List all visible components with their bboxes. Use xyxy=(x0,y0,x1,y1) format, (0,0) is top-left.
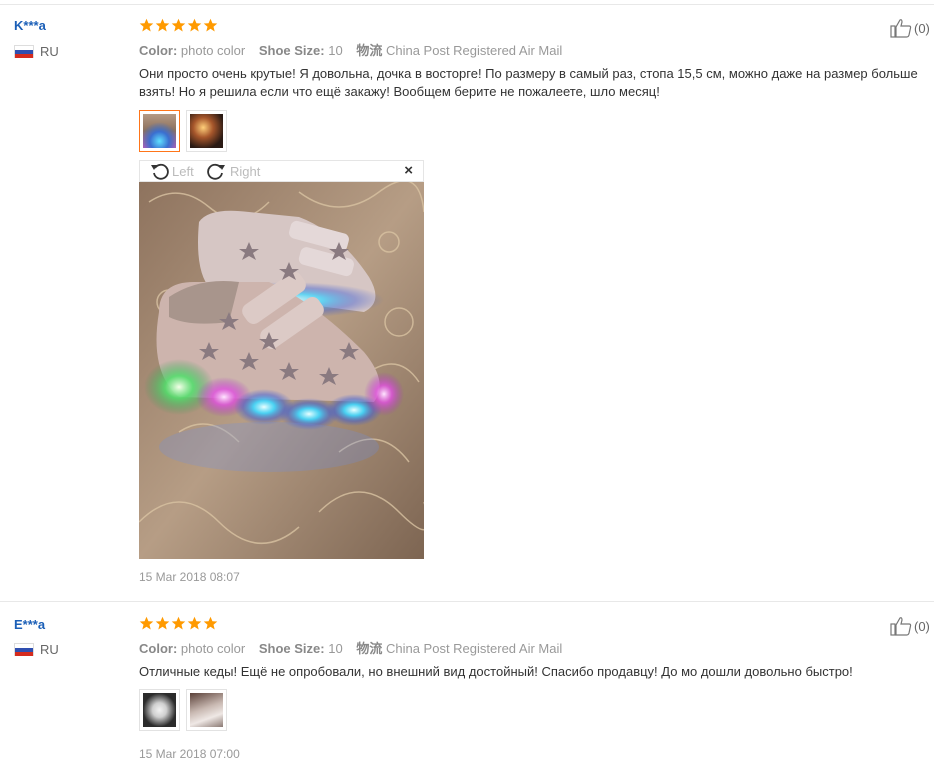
color-value: photo color xyxy=(180,43,246,58)
review-item: E***a RU (0) Color: photo color Shoe Siz… xyxy=(0,600,946,776)
shipping-value: China Post Registered Air Mail xyxy=(385,43,563,58)
close-icon[interactable]: × xyxy=(404,162,413,179)
country-code: RU xyxy=(40,642,59,657)
star-icon xyxy=(155,616,170,630)
rotate-left-button[interactable]: Left xyxy=(150,162,194,180)
review-date: 15 Mar 2018 07:00 xyxy=(139,747,240,761)
star-icon xyxy=(171,616,186,630)
rotate-right-icon xyxy=(207,163,225,180)
like-count: (0) xyxy=(914,20,930,36)
star-icon xyxy=(171,18,186,32)
star-icon xyxy=(155,18,170,32)
size-value: 10 xyxy=(328,43,343,58)
photo-viewer-toolbar: Left Right × xyxy=(139,160,424,182)
color-label: Color: xyxy=(139,641,178,656)
rotate-left-label: Left xyxy=(172,163,194,179)
rotate-left-icon xyxy=(151,163,169,180)
reviewer-country: RU xyxy=(14,642,59,657)
like-button[interactable]: (0) xyxy=(890,616,930,636)
russia-flag-icon xyxy=(14,643,34,656)
rotate-right-button[interactable]: Right xyxy=(206,162,260,180)
star-icon xyxy=(187,18,202,32)
russia-flag-icon xyxy=(14,45,34,58)
rating-stars xyxy=(139,18,218,33)
star-icon xyxy=(139,616,154,630)
like-count: (0) xyxy=(914,618,930,634)
size-value: 10 xyxy=(328,641,343,656)
color-value: photo color xyxy=(180,641,246,656)
star-icon xyxy=(139,18,154,32)
reviewer-name: E***a xyxy=(14,617,46,632)
shipping-label: 物流 xyxy=(356,43,383,58)
rating-stars xyxy=(139,616,218,631)
review-text: Они просто очень крутые! Я довольна, доч… xyxy=(139,66,918,99)
color-label: Color: xyxy=(139,43,178,58)
thumbs-up-icon xyxy=(890,617,912,636)
review-photo-thumbnail[interactable] xyxy=(139,110,180,152)
star-icon xyxy=(187,616,202,630)
rotate-right-label: Right xyxy=(230,163,261,179)
review-date: 15 Mar 2018 08:07 xyxy=(139,570,240,584)
size-label: Shoe Size: xyxy=(258,641,325,656)
star-icon xyxy=(203,616,218,630)
like-button[interactable]: (0) xyxy=(890,18,930,38)
review-photo-thumbnail[interactable] xyxy=(139,689,180,731)
shoes-photo xyxy=(139,182,424,559)
review-photo-thumbnail[interactable] xyxy=(186,110,227,152)
reviewer-name: K***a xyxy=(14,18,46,33)
star-icon xyxy=(203,18,218,32)
reviewer-country: RU xyxy=(14,44,59,59)
review-photo-enlarged xyxy=(139,182,424,559)
country-code: RU xyxy=(40,44,59,59)
shipping-label: 物流 xyxy=(356,641,383,656)
size-label: Shoe Size: xyxy=(258,43,325,58)
review-text: Отличные кеды! Ещё не опробовали, но вне… xyxy=(139,664,853,679)
review-photo-thumbnail[interactable] xyxy=(186,689,227,731)
thumbs-up-icon xyxy=(890,19,912,38)
shipping-value: China Post Registered Air Mail xyxy=(385,641,563,656)
order-info: Color: photo color Shoe Size: 10 物流 Chin… xyxy=(139,638,562,657)
review-item: K***a RU (0) Color: photo color Shoe Siz… xyxy=(0,0,946,600)
order-info: Color: photo color Shoe Size: 10 物流 Chin… xyxy=(139,40,562,59)
